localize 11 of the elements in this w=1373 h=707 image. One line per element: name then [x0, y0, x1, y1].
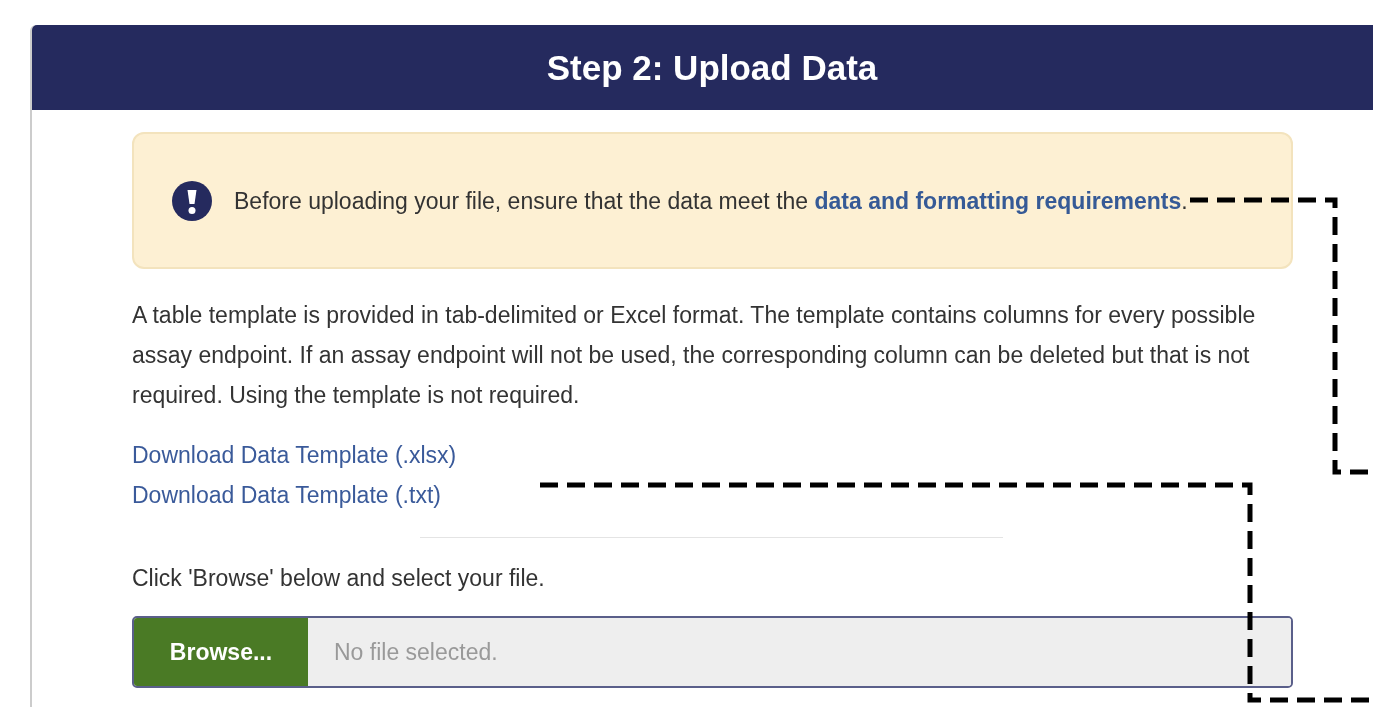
- download-link[interactable]: Download Data Template (.xlsx): [132, 435, 457, 475]
- exclamation-icon: [172, 180, 212, 221]
- panel-title: Step 2: Upload Data: [546, 47, 879, 88]
- alert-text: Before uploading your file, ensure that the data meet the data and formatting requirements.: [234, 186, 1188, 216]
- requirements-link[interactable]: data and formatting requirements: [814, 187, 1182, 214]
- browse-button[interactable]: Browse...: [134, 618, 308, 686]
- instruction-text: Click 'Browse' below and select your file.: [132, 564, 546, 593]
- download-link[interactable]: Download Data Template (.txt): [132, 475, 441, 515]
- file-name-field[interactable]: No file selected.: [308, 618, 1291, 686]
- description-text: A table template is provided in tab-delimited or Excel format. The template contains columns for every possible assay endpoint. If an assay endpoint will not be used, the corresponding column can be deleted but that is not required. Using the template is not required.: [132, 301, 1257, 410]
- file-input[interactable]: Browse... No file selected.: [132, 616, 1293, 688]
